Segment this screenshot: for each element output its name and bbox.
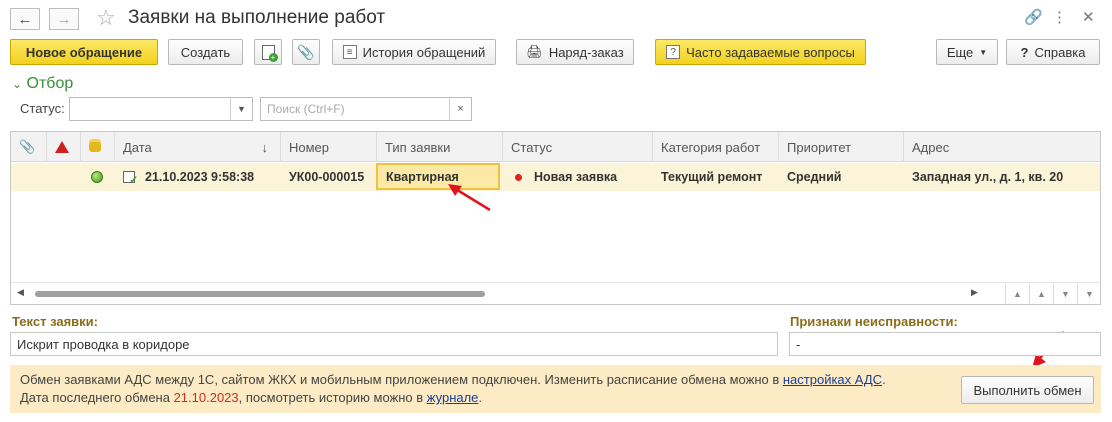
scroll-to-bottom-button[interactable]: ▼ <box>1077 283 1100 304</box>
list-icon: ≡ <box>342 45 357 59</box>
attachment-column-header[interactable]: 📎 <box>11 132 47 162</box>
arrow-left-icon: ← <box>17 10 33 28</box>
fault-signs-label: Признаки неисправности: <box>790 314 958 329</box>
chevron-down-icon: ⌄ <box>12 77 23 91</box>
column-category[interactable]: Категория работ <box>653 132 779 162</box>
question-icon: ? <box>666 45 681 59</box>
sort-down-icon: ↓ <box>261 139 269 155</box>
help-button[interactable]: ? Справка <box>1006 39 1100 65</box>
work-order-button[interactable]: 🖨 Наряд-заказ <box>516 39 634 65</box>
row-priority-cell: Средний <box>787 170 842 184</box>
scroll-up-button[interactable]: ▲ <box>1029 283 1053 304</box>
column-date[interactable]: Дата ↓ <box>115 132 281 162</box>
page-title: Заявки на выполнение работ <box>128 7 386 28</box>
row-date: 21.10.2023 9:58:38 <box>145 170 255 184</box>
info-line-2: Дата последнего обмена 21.10.2023, посмо… <box>20 390 482 405</box>
search-input[interactable] <box>261 98 449 120</box>
column-address[interactable]: Адрес <box>904 132 1100 162</box>
add-copy-button[interactable]: + <box>254 39 282 65</box>
warning-icon <box>55 141 69 153</box>
scroll-thumb[interactable] <box>35 291 485 297</box>
dropdown-arrow-icon[interactable]: ▼ <box>230 98 252 120</box>
column-priority[interactable]: Приоритет <box>779 132 904 162</box>
warning-column-header[interactable] <box>47 132 81 162</box>
history-button-label: История обращений <box>362 44 486 60</box>
info-line-2-end: . <box>478 390 483 405</box>
status-dot-icon <box>515 173 522 181</box>
row-type-cell[interactable]: Квартирная <box>376 163 500 190</box>
faq-label: Часто задаваемые вопросы <box>686 44 855 60</box>
row-status-cell: Новая заявка <box>503 163 653 191</box>
column-status[interactable]: Статус <box>503 132 653 162</box>
new-request-button[interactable]: Новое обращение <box>10 39 158 65</box>
request-text-label: Текст заявки: <box>12 314 98 329</box>
more-label: Еще <box>946 44 974 60</box>
requests-table: 📎 Дата ↓ Номер Тип заявки Статус Категор… <box>10 131 1101 305</box>
filter-toggle[interactable]: ⌄ Отбор <box>12 75 73 93</box>
column-date-label: Дата <box>123 139 152 155</box>
search-field[interactable]: × <box>260 97 472 121</box>
faq-button[interactable]: ? Часто задаваемые вопросы <box>655 39 866 65</box>
table-row[interactable]: ✓ 21.10.2023 9:58:38 УК00-000015 Квартир… <box>11 163 1100 191</box>
row-address-cell: Западная ул., д. 1, кв. 20 <box>912 170 1064 184</box>
horizontal-scrollbar[interactable]: ◀ ▶ ▲ ▲ ▼ ▼ <box>11 282 1100 304</box>
column-type[interactable]: Тип заявки <box>377 132 503 162</box>
forward-button[interactable]: → <box>49 8 79 30</box>
favorite-star-icon[interactable]: ☆ <box>96 5 116 31</box>
chevron-down-icon: ▼ <box>979 47 988 57</box>
help-label: Справка <box>1034 44 1086 60</box>
status-label: Статус: <box>20 101 65 116</box>
info-line-2-mid: , посмотреть историю можно в <box>238 390 427 405</box>
last-exchange-date: 21.10.2023 <box>173 390 239 405</box>
back-button[interactable]: ← <box>10 8 40 30</box>
journal-link[interactable]: журнале <box>427 390 479 405</box>
row-number-cell: УК00-000015 <box>289 170 365 184</box>
row-category-cell: Текущий ремонт <box>661 170 763 184</box>
scroll-down-button[interactable]: ▼ <box>1053 283 1077 304</box>
more-menu-icon[interactable]: ⋮ <box>1052 8 1067 26</box>
info-line-1-end: . <box>882 372 886 387</box>
work-order-label: Наряд-заказ <box>548 44 624 60</box>
status-ok-icon <box>91 171 103 183</box>
exchange-info-panel: Обмен заявками АДС между 1С, сайтом ЖКХ … <box>10 365 1101 413</box>
close-icon[interactable]: ✕ <box>1082 8 1095 26</box>
scroll-left-icon[interactable]: ◀ <box>17 287 24 298</box>
document-add-icon: + <box>261 44 278 62</box>
ads-settings-link[interactable]: настройках АДС <box>783 372 882 387</box>
paperclip-icon: 📎 <box>297 43 315 60</box>
clear-icon[interactable]: × <box>449 98 471 120</box>
scroll-right-icon[interactable]: ▶ <box>971 287 978 298</box>
attach-button[interactable]: 📎 <box>292 39 320 65</box>
column-number[interactable]: Номер <box>281 132 377 162</box>
link-icon[interactable]: 🔗 <box>1024 8 1043 26</box>
table-header: 📎 Дата ↓ Номер Тип заявки Статус Категор… <box>11 132 1100 162</box>
fault-signs-field[interactable]: - <box>789 332 1101 356</box>
request-text-field[interactable]: Искрит проводка в коридоре <box>10 332 778 356</box>
row-status: Новая заявка <box>534 170 618 184</box>
printer-icon: 🖨 <box>526 44 543 59</box>
create-button[interactable]: Создать <box>168 39 243 65</box>
paperclip-icon: 📎 <box>19 139 36 154</box>
run-exchange-button[interactable]: Выполнить обмен <box>961 376 1094 404</box>
history-button[interactable]: ≡ История обращений <box>332 39 496 65</box>
document-check-icon: ✓ <box>123 171 138 186</box>
status-select[interactable]: ▼ <box>69 97 253 121</box>
row-state-cell <box>81 163 115 191</box>
row-date-cell: ✓ 21.10.2023 9:58:38 <box>115 163 281 191</box>
filter-header: Отбор <box>26 75 74 92</box>
coins-icon <box>89 142 101 152</box>
more-button[interactable]: Еще ▼ <box>936 39 998 65</box>
arrow-right-icon: → <box>56 10 72 28</box>
info-line-2-text: Дата последнего обмена <box>20 390 174 405</box>
info-line-1-text: Обмен заявками АДС между 1С, сайтом ЖКХ … <box>20 372 783 387</box>
scroll-to-top-button[interactable]: ▲ <box>1005 283 1029 304</box>
info-line-1: Обмен заявками АДС между 1С, сайтом ЖКХ … <box>20 372 886 387</box>
help-icon: ? <box>1020 44 1029 60</box>
coins-column-header[interactable] <box>81 132 115 162</box>
